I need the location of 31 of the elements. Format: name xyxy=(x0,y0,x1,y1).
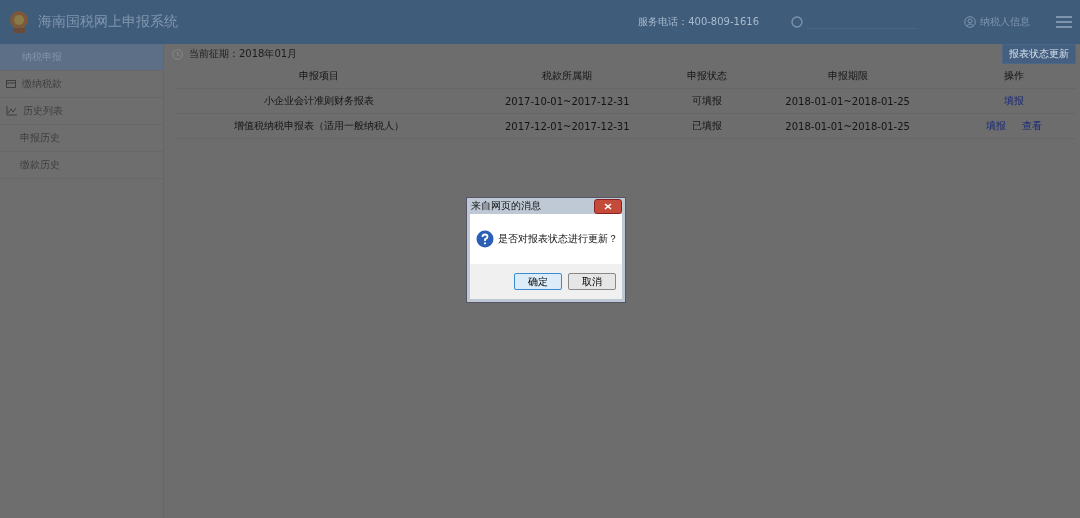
menu-icon[interactable] xyxy=(1056,16,1072,28)
current-period: 当前征期：2018年01月 xyxy=(189,47,298,61)
card-icon xyxy=(6,80,16,88)
table-cell: 2018-01-01~2018-01-25 xyxy=(785,120,910,132)
table-cell: 小企业会计准则财务报表 xyxy=(264,95,374,106)
table-cell: 已填报 xyxy=(692,120,723,131)
table-cell: 2018-01-01~2018-01-25 xyxy=(785,95,910,107)
user-icon[interactable] xyxy=(964,16,976,28)
action-link[interactable]: 查看 xyxy=(1022,120,1043,131)
dialog-message: 是否对报表状态进行更新？ xyxy=(498,232,618,246)
service-phone: 服务电话：400-809-1616 xyxy=(638,15,759,29)
close-icon[interactable] xyxy=(594,198,622,214)
dialog-button[interactable]: 确定 xyxy=(514,273,562,290)
column-header: 申报期限 xyxy=(742,64,953,89)
clock-icon xyxy=(172,48,183,60)
search-icon xyxy=(791,16,803,28)
table-cell: 2017-10-01~2017-12-31 xyxy=(504,95,630,107)
emblem-icon xyxy=(8,10,30,34)
question-icon xyxy=(476,230,494,248)
table-cell: 2017-12-01~2017-12-31 xyxy=(504,120,630,132)
update-button[interactable]: 报表状态更新 xyxy=(1002,44,1076,64)
action-link[interactable]: 填报 xyxy=(986,120,1007,131)
column-header: 申报项目 xyxy=(176,64,462,89)
column-header: 申报状态 xyxy=(672,64,743,89)
dialog-title: 来自网页的消息 xyxy=(471,199,541,213)
dialog-button[interactable]: 取消 xyxy=(568,273,616,290)
chart-icon xyxy=(6,106,17,116)
table-cell: 可填报 xyxy=(692,95,723,106)
action-link[interactable]: 填报 xyxy=(1004,95,1025,106)
column-header: 操作 xyxy=(952,64,1076,89)
column-header: 税款所属期 xyxy=(462,64,673,89)
